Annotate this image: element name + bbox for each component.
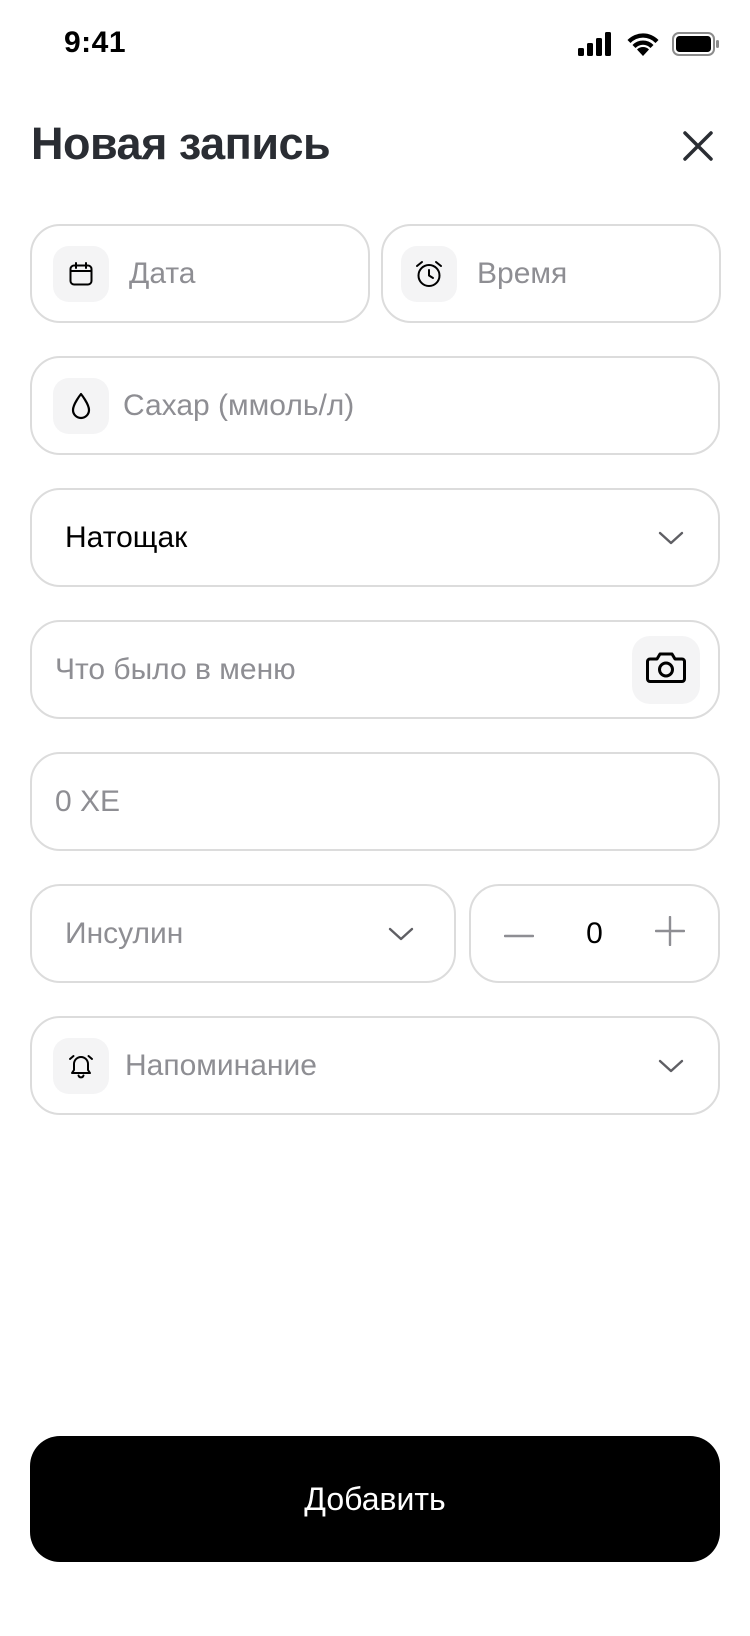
menu-input[interactable]: Что было в меню	[30, 620, 720, 719]
chevron-down-icon	[386, 919, 416, 949]
status-time: 9:41	[64, 26, 127, 59]
chevron-down-icon	[656, 1051, 686, 1081]
insulin-dose-value: 0	[586, 916, 603, 950]
increment-button[interactable]	[648, 912, 692, 956]
menu-placeholder: Что было в меню	[55, 652, 296, 686]
time-placeholder: Время	[477, 256, 568, 290]
insulin-dose-stepper: 0	[469, 884, 720, 983]
decrement-button[interactable]	[497, 912, 541, 956]
camera-icon	[646, 650, 686, 689]
time-field[interactable]: Время	[381, 224, 721, 323]
alarm-clock-icon	[401, 245, 457, 302]
plus-icon	[654, 915, 686, 951]
camera-button[interactable]	[632, 635, 700, 704]
page-title: Новая запись	[31, 118, 331, 169]
reminder-placeholder: Напоминание	[125, 1048, 317, 1082]
meal-state-select[interactable]: Натощак	[30, 488, 720, 587]
meal-state-value: Натощак	[65, 520, 188, 554]
new-entry-screen: 9:41 Новая запись Дата Время Сахар (ммол…	[0, 0, 750, 1636]
close-icon	[682, 130, 714, 167]
status-bar: 9:41	[0, 0, 750, 92]
date-field[interactable]: Дата	[30, 224, 370, 323]
cellular-signal-icon	[578, 32, 614, 61]
close-button[interactable]	[676, 126, 720, 170]
status-icons	[578, 32, 720, 61]
wifi-icon	[626, 32, 660, 61]
insulin-select[interactable]: Инсулин	[30, 884, 456, 983]
drop-icon	[53, 377, 109, 434]
date-placeholder: Дата	[129, 256, 196, 290]
reminder-label-group: Напоминание	[53, 1037, 317, 1094]
sugar-placeholder: Сахар (ммоль/л)	[123, 388, 355, 422]
xe-input[interactable]: 0 ХЕ	[30, 752, 720, 851]
reminder-select[interactable]: Напоминание	[30, 1016, 720, 1115]
battery-icon	[672, 32, 720, 61]
sugar-input[interactable]: Сахар (ммоль/л)	[30, 356, 720, 455]
chevron-down-icon	[656, 523, 686, 553]
add-button[interactable]: Добавить	[30, 1436, 720, 1562]
bell-icon	[53, 1037, 109, 1094]
minus-icon	[503, 925, 535, 943]
insulin-placeholder: Инсулин	[65, 916, 184, 950]
xe-placeholder: 0 ХЕ	[55, 784, 121, 818]
calendar-icon	[53, 245, 109, 302]
